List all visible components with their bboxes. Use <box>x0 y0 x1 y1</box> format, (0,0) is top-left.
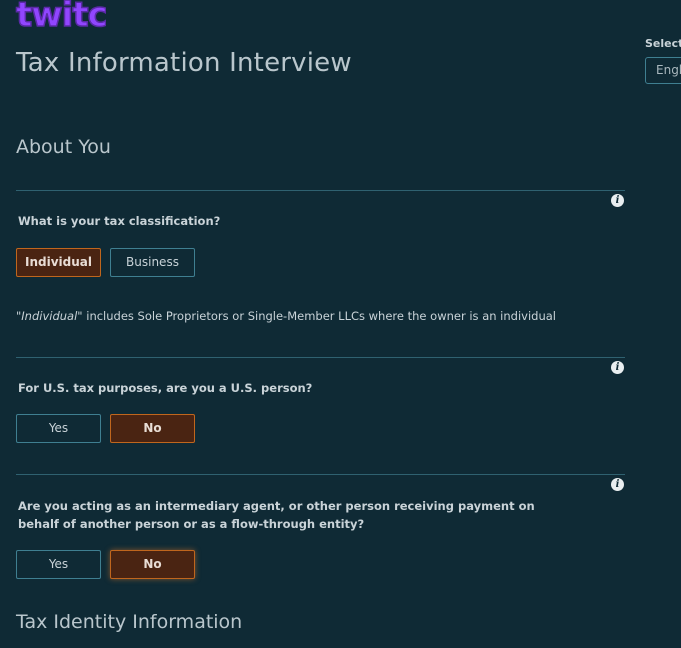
question-us-person: For U.S. tax purposes, are you a U.S. pe… <box>18 381 313 395</box>
divider <box>16 190 625 191</box>
classification-note-emphasis: "Individual" <box>16 309 83 323</box>
question-intermediary: Are you acting as an intermediary agent,… <box>18 499 535 531</box>
question-tax-classification: What is your tax classification? <box>18 214 221 228</box>
intermediary-no-button[interactable]: No <box>110 550 195 579</box>
us-person-no-button[interactable]: No <box>110 414 195 443</box>
divider <box>16 357 625 358</box>
section-title-about-you: About You <box>16 136 111 158</box>
language-label: Select <box>645 37 681 50</box>
classification-note: "Individual" includes Sole Proprietors o… <box>16 309 556 323</box>
twitch-logo: twitch <box>15 0 106 30</box>
page-title: Tax Information Interview <box>16 48 352 78</box>
individual-button[interactable]: Individual <box>16 248 101 277</box>
divider <box>16 474 625 475</box>
info-icon[interactable]: i <box>611 361 624 374</box>
info-icon[interactable]: i <box>611 478 624 491</box>
language-select[interactable]: Engl <box>645 57 681 84</box>
us-person-yes-button[interactable]: Yes <box>16 414 101 443</box>
intermediary-yes-button[interactable]: Yes <box>16 550 101 579</box>
classification-note-text: includes Sole Proprietors or Single-Memb… <box>82 309 556 323</box>
language-select-value: Engl <box>656 63 681 77</box>
business-button[interactable]: Business <box>110 248 195 277</box>
section-title-tax-identity: Tax Identity Information <box>16 611 243 633</box>
info-icon[interactable]: i <box>611 194 624 207</box>
twitch-logo-text: twitch <box>16 0 106 30</box>
